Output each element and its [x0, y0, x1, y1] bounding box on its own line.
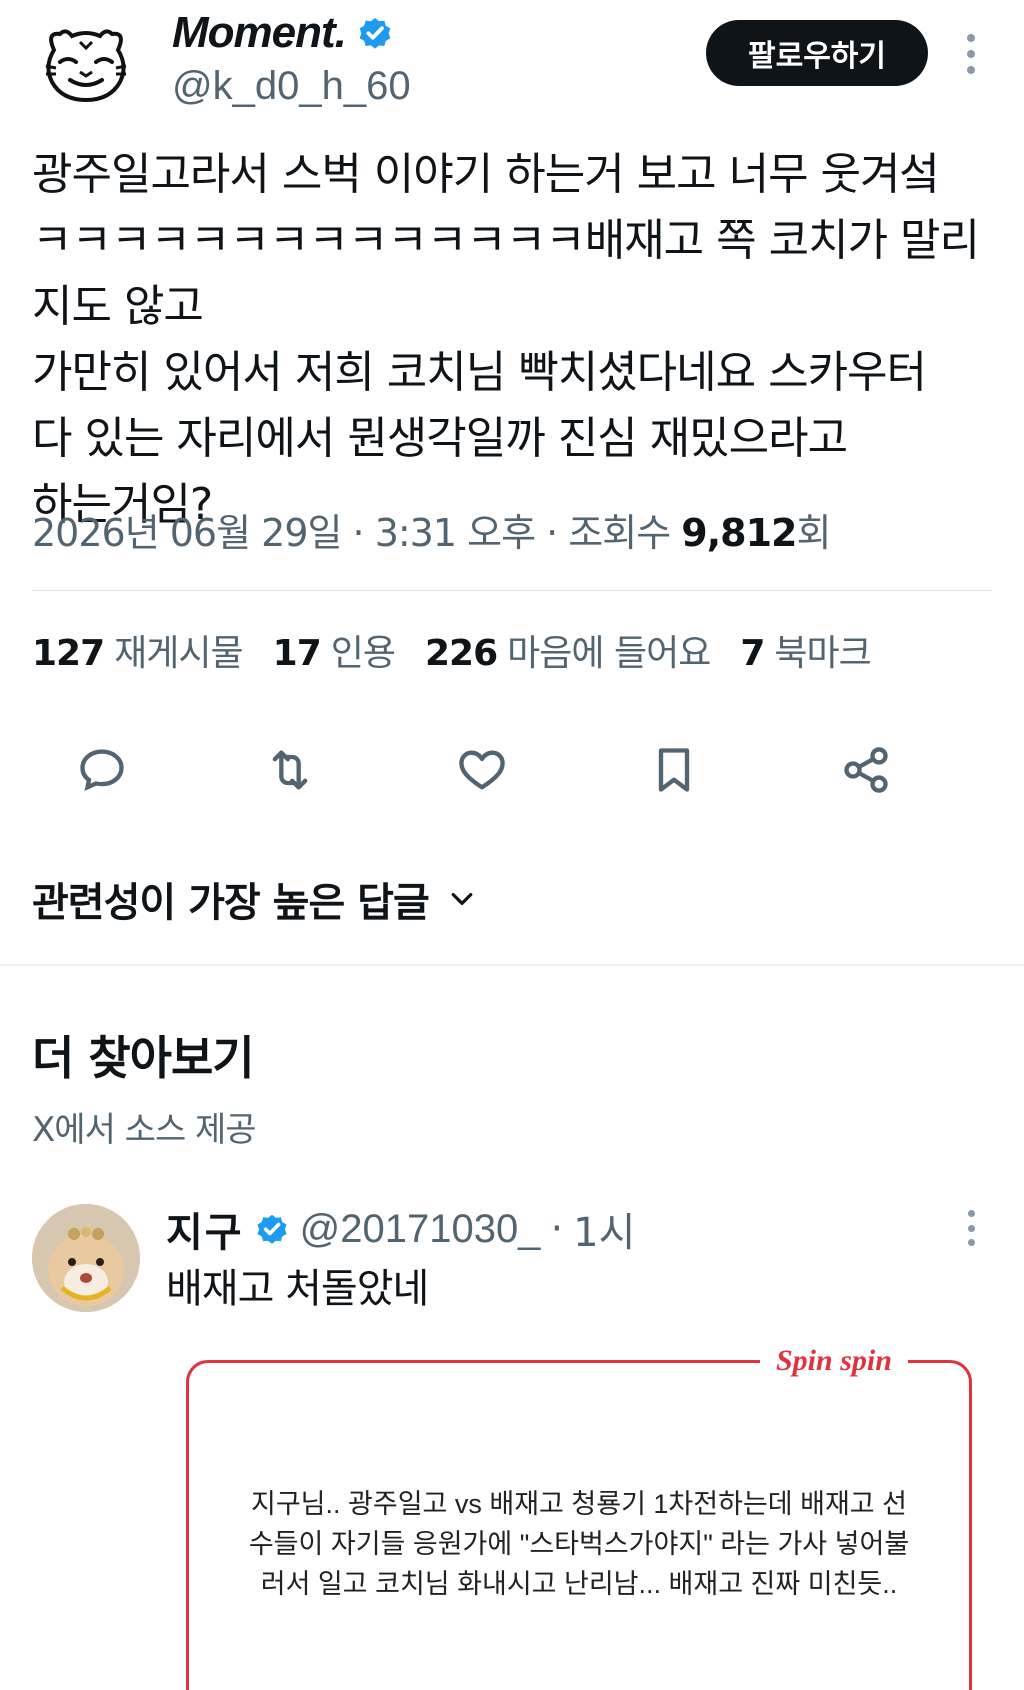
stat-reposts[interactable]: 127 재게시물 [32, 624, 244, 676]
reply-avatar[interactable] [32, 1204, 140, 1312]
meta-separator: · [535, 511, 569, 555]
divider [32, 590, 992, 591]
author-display-name-row[interactable]: Moment. [172, 8, 394, 58]
sort-label: 관련성이 가장 높은 답글 [32, 880, 430, 926]
like-icon[interactable] [452, 740, 512, 800]
meta-separator: · [550, 1206, 564, 1252]
hamster-avatar-icon [32, 1204, 140, 1312]
bookmark-icon[interactable] [644, 740, 704, 800]
follow-button[interactable]: 팔로우하기 [706, 20, 928, 86]
tweet-meta: 2026년 06월 29일 · 3:31 오후 · 조회수 9,812회 [32, 502, 831, 557]
author-display-name[interactable]: Moment. [172, 8, 347, 58]
reply-author-name[interactable]: 지구 [166, 1200, 244, 1258]
views-label: 조회수 [568, 511, 682, 555]
reply-icon[interactable] [72, 740, 132, 800]
author-avatar[interactable] [36, 22, 136, 104]
reply-more-icon[interactable] [965, 1210, 977, 1246]
more-vertical-icon[interactable] [955, 34, 987, 74]
chevron-down-icon [451, 893, 473, 905]
verified-badge-icon [359, 17, 391, 49]
tweet-time[interactable]: 3:31 오후 [375, 511, 536, 555]
repost-icon[interactable] [260, 740, 320, 800]
tweet-date[interactable]: 2026년 06월 29일 [32, 511, 342, 555]
section-divider [0, 964, 1024, 966]
reply-text: 배재고 처돌았네 [166, 1266, 429, 1312]
action-bar [0, 740, 1024, 810]
tweet-text: 광주일고라서 스벅 이야기 하는거 보고 너무 웃겨섴 ㅋㅋㅋㅋㅋㅋㅋㅋㅋㅋㅋㅋ… [32, 149, 980, 530]
reply-header: 지구 @20171030_ · 1시 [166, 1200, 635, 1258]
views-count: 9,812 [681, 511, 797, 555]
verified-badge-icon [257, 1214, 287, 1244]
card-brand-logo: Spin spin [760, 1344, 908, 1378]
reply-time[interactable]: 1시 [573, 1200, 635, 1258]
views-suffix: 회 [796, 511, 831, 555]
stat-likes[interactable]: 226 마음에 들어요 [425, 624, 711, 676]
reply-sort-selector[interactable]: 관련성이 가장 높은 답글 [32, 870, 477, 928]
reply-author-handle[interactable]: @20171030_ [300, 1207, 541, 1252]
tiger-face-icon [45, 29, 127, 103]
card-text: 지구님.. 광주일고 vs 배재고 청룡기 1차전하는데 배재고 선 수들이 자… [248, 1489, 910, 1599]
stat-quotes[interactable]: 17 인용 [273, 624, 396, 676]
meta-separator: · [341, 511, 375, 555]
engagement-stats: 127 재게시물 17 인용 226 마음에 들어요 7 북마크 [32, 624, 872, 676]
author-handle[interactable]: @k_d0_h_60 [172, 64, 411, 109]
discover-title: 더 찾아보기 [32, 1031, 255, 1085]
discover-subtitle: X에서 소스 제공 [32, 1110, 257, 1150]
stat-bookmarks[interactable]: 7 북마크 [740, 624, 871, 676]
share-icon[interactable] [836, 740, 896, 800]
